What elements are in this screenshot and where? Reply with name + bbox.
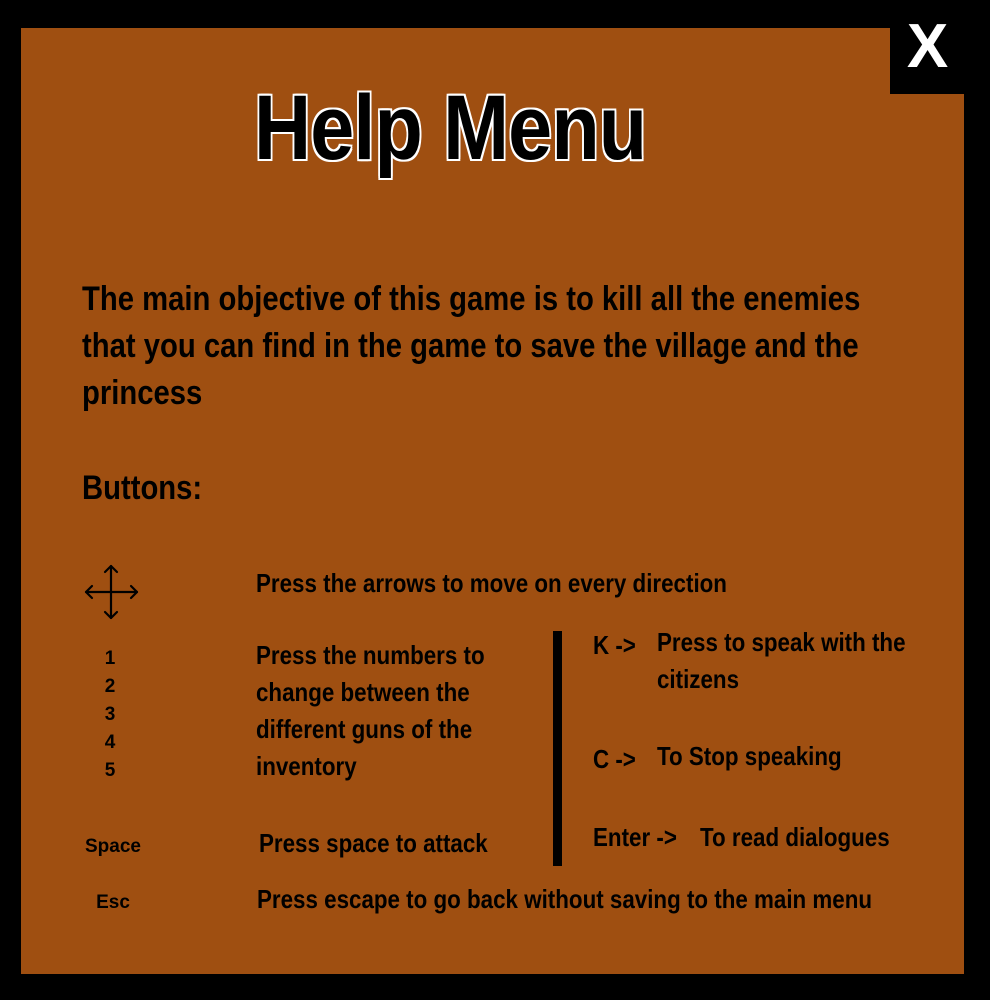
buttons-heading: Buttons:	[82, 469, 203, 507]
k-description: Press to speak with the citizens	[657, 627, 906, 694]
number-keys-list: 1 2 3 4 5	[94, 645, 126, 785]
numbers-description: Press the numbers to change between the …	[256, 640, 485, 781]
k-key-label: K ->	[593, 630, 636, 660]
c-description: To Stop speaking	[657, 741, 842, 771]
close-button[interactable]: X	[890, 0, 965, 94]
vertical-divider	[553, 631, 562, 866]
number-key-3: 3	[104, 704, 116, 725]
c-key-label: C ->	[593, 744, 636, 774]
number-key-1: 1	[104, 648, 116, 669]
esc-key-label: Esc	[96, 892, 130, 913]
number-key-4: 4	[104, 732, 116, 753]
page-title: Help Menu	[254, 77, 647, 179]
space-description: Press space to attack	[259, 828, 488, 858]
move-arrows-icon	[84, 564, 139, 620]
enter-description: To read dialogues	[700, 822, 890, 852]
number-key-5: 5	[104, 760, 116, 781]
objective-text: The main objective of this game is to ki…	[82, 280, 861, 412]
enter-key-label: Enter ->	[593, 822, 677, 852]
esc-description: Press escape to go back without saving t…	[257, 884, 873, 914]
number-key-2: 2	[104, 676, 116, 697]
arrows-description: Press the arrows to move on every direct…	[256, 568, 727, 598]
space-key-label: Space	[85, 836, 141, 857]
